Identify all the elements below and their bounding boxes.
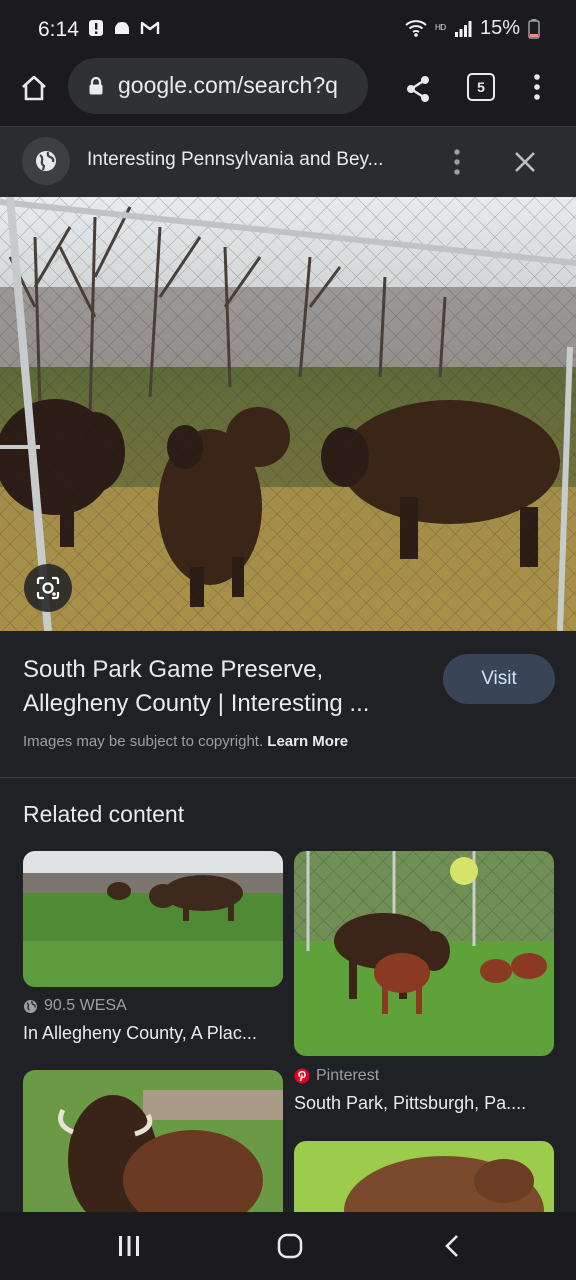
- bison-herd-photo: [294, 851, 554, 1056]
- home-button[interactable]: [18, 72, 50, 104]
- url-text: google.com/search?q: [118, 72, 338, 98]
- browser-menu-button[interactable]: [527, 72, 547, 107]
- pinterest-icon: [294, 1068, 310, 1084]
- related-source-1: 90.5 WESA: [23, 997, 127, 1015]
- alert-icon: [89, 20, 103, 36]
- bison-photo: [0, 197, 576, 631]
- related-caption-1[interactable]: In Allegheny County, A Plac...: [23, 1023, 281, 1044]
- visit-button[interactable]: Visit: [443, 654, 555, 704]
- home-circle-icon: [277, 1233, 303, 1259]
- status-bar: 6:14 ᴴᴰ 15%: [0, 0, 576, 60]
- battery-icon: [528, 18, 540, 39]
- result-title-line2: Allegheny County | Interesting ...: [23, 690, 370, 717]
- panel-more-button[interactable]: [446, 147, 468, 182]
- related-caption-2[interactable]: South Park, Pittsburgh, Pa....: [294, 1093, 556, 1114]
- wifi-icon: [405, 19, 428, 37]
- google-lens-button[interactable]: [24, 564, 72, 612]
- more-vert-icon: [454, 149, 460, 175]
- globe-icon: [24, 999, 37, 1013]
- share-icon: [407, 76, 429, 102]
- bison-grass-photo: [294, 1141, 554, 1212]
- related-thumbnail-3[interactable]: [23, 1070, 283, 1212]
- nav-home-button[interactable]: [277, 1233, 303, 1264]
- network-type-label: ᴴᴰ: [435, 21, 446, 36]
- related-thumbnail-1[interactable]: [23, 851, 283, 987]
- close-icon: [515, 152, 535, 172]
- more-vert-icon: [534, 74, 540, 100]
- result-title-line1: South Park Game Preserve,: [23, 656, 324, 683]
- back-icon: [445, 1235, 458, 1257]
- related-thumbnail-4[interactable]: [294, 1141, 554, 1212]
- android-navigation-bar: [0, 1212, 576, 1280]
- globe-icon: [36, 151, 56, 171]
- status-time: 6:14: [38, 18, 79, 41]
- panel-close-button[interactable]: [512, 149, 538, 180]
- related-source-name-1: 90.5 WESA: [44, 997, 127, 1014]
- image-result-title[interactable]: South Park Game Preserve, Allegheny Coun…: [23, 653, 418, 721]
- section-divider: [0, 777, 576, 778]
- bison-field-photo: [23, 851, 283, 987]
- copyright-text: Images may be subject to copyright.: [23, 733, 264, 750]
- gmail-icon: [140, 21, 160, 34]
- address-bar[interactable]: google.com/search?q: [68, 58, 368, 114]
- bison-closeup-photo: [23, 1070, 283, 1212]
- recents-button[interactable]: [117, 1234, 141, 1263]
- tab-switcher-button[interactable]: 5: [467, 73, 495, 101]
- site-favicon: [22, 137, 70, 185]
- recents-icon: [119, 1236, 139, 1256]
- signal-icon: [454, 20, 472, 37]
- related-thumbnail-2[interactable]: [294, 851, 554, 1056]
- related-content-heading: Related content: [23, 801, 185, 827]
- status-system-icons: ᴴᴰ 15%: [405, 17, 540, 40]
- battery-percent: 15%: [479, 17, 520, 39]
- nav-back-button[interactable]: [442, 1234, 462, 1263]
- cloud-icon: [115, 22, 129, 34]
- home-icon: [22, 75, 46, 101]
- share-button[interactable]: [404, 74, 432, 109]
- status-notification-icons: [88, 19, 160, 37]
- main-image-bison-enclosure[interactable]: [0, 197, 576, 631]
- related-source-2: Pinterest: [294, 1067, 379, 1085]
- related-source-name-2: Pinterest: [316, 1067, 380, 1084]
- lens-icon: [36, 576, 60, 600]
- learn-more-link[interactable]: Learn More: [267, 733, 348, 750]
- lock-icon: [89, 76, 103, 95]
- source-page-title[interactable]: Interesting Pennsylvania and Bey...: [87, 149, 417, 171]
- image-panel-header: Interesting Pennsylvania and Bey...: [0, 127, 576, 197]
- copyright-notice: Images may be subject to copyright. Lear…: [23, 733, 348, 750]
